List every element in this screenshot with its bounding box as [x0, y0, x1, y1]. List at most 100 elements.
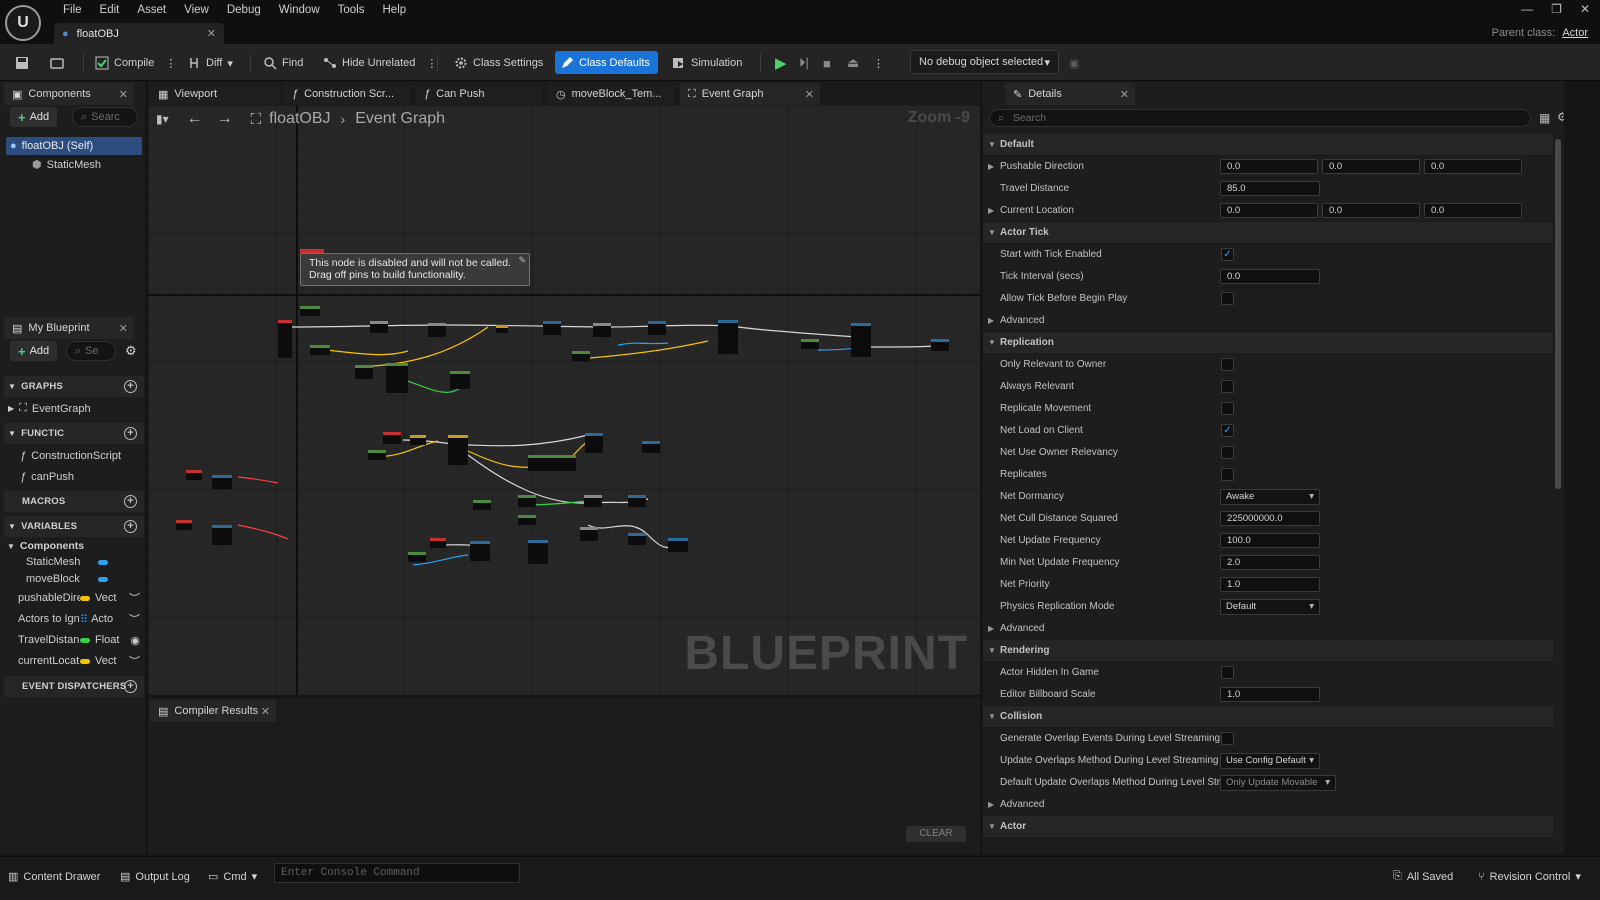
- category-default[interactable]: ▼ Default: [983, 134, 1553, 156]
- graph-node[interactable]: [408, 552, 426, 562]
- graph-node[interactable]: [386, 363, 408, 393]
- menu-debug[interactable]: Debug: [218, 2, 270, 20]
- browse-button[interactable]: [45, 52, 69, 74]
- graph-node[interactable]: [718, 320, 738, 354]
- play-button[interactable]: ▶: [770, 52, 792, 74]
- graph-node[interactable]: [410, 435, 426, 445]
- eject-button[interactable]: ⏏: [842, 52, 864, 74]
- find-button[interactable]: Find: [258, 52, 308, 74]
- close-icon[interactable]: ✕: [805, 88, 814, 101]
- category-actor-tick[interactable]: ▼ Actor Tick: [983, 222, 1553, 244]
- close-icon[interactable]: ✕: [119, 322, 128, 335]
- menu-asset[interactable]: Asset: [128, 2, 175, 20]
- add-graph-icon[interactable]: +: [124, 380, 137, 393]
- tab-can-push[interactable]: ƒ Can Push: [416, 83, 542, 105]
- graph-node[interactable]: [473, 500, 491, 510]
- my-blueprint-settings-button[interactable]: ⚙: [120, 341, 142, 361]
- graph-node[interactable]: [370, 321, 388, 333]
- graph-node[interactable]: [931, 339, 949, 351]
- graph-node[interactable]: [212, 475, 232, 489]
- breadcrumb-root[interactable]: floatOBJ: [269, 110, 330, 128]
- details-scrollbar[interactable]: [1555, 139, 1561, 489]
- variable-actorstoignore[interactable]: Actors to Ign ⠿ Acto ︶: [18, 610, 144, 628]
- more-options-icon[interactable]: ⋮: [426, 57, 437, 70]
- cmd-select[interactable]: ▭ Cmd ▾: [208, 870, 257, 884]
- document-tab[interactable]: ● floatOBJ ✕: [54, 23, 224, 44]
- graph-node[interactable]: [300, 306, 320, 316]
- checkbox[interactable]: [1221, 402, 1234, 415]
- details-tab[interactable]: ✎ Details ✕: [1005, 83, 1135, 105]
- close-icon[interactable]: ✕: [1120, 88, 1129, 101]
- visibility-closed-icon[interactable]: ︶: [129, 653, 140, 669]
- clear-button[interactable]: CLEAR: [906, 826, 966, 842]
- graph-node[interactable]: [628, 495, 646, 507]
- billboard-input[interactable]: 1.0: [1220, 687, 1320, 702]
- travel-distance-input[interactable]: 85.0: [1220, 181, 1320, 196]
- graph-node[interactable]: [628, 533, 646, 545]
- stop-button[interactable]: ■: [818, 52, 836, 74]
- graph-item-eventgraph[interactable]: ▶ ⛶ EventGraph: [8, 402, 91, 415]
- visibility-closed-icon[interactable]: ︶: [129, 590, 140, 606]
- output-log-button[interactable]: ▤ Output Log: [120, 870, 190, 884]
- visibility-open-icon[interactable]: ◉: [130, 634, 140, 647]
- graph-node[interactable]: [383, 432, 401, 444]
- menu-window[interactable]: Window: [270, 2, 329, 20]
- pin-icon[interactable]: ✎: [518, 254, 526, 266]
- gear-icon[interactable]: ⚙: [1557, 110, 1564, 124]
- diff-button[interactable]: Diff ▾: [182, 52, 238, 74]
- graph-node[interactable]: [428, 323, 446, 337]
- graph-node[interactable]: [528, 540, 548, 564]
- y-input[interactable]: 0.0: [1322, 159, 1420, 174]
- default-update-overlap-select[interactable]: Only Update Movable: [1220, 774, 1336, 791]
- checkbox[interactable]: [1221, 380, 1234, 393]
- minimize-icon[interactable]: —: [1521, 2, 1533, 16]
- function-item-constructionscript[interactable]: ƒ ConstructionScript: [20, 450, 121, 462]
- menu-tools[interactable]: Tools: [329, 2, 374, 20]
- close-icon[interactable]: ✕: [207, 27, 216, 40]
- graph-node[interactable]: [528, 455, 576, 471]
- graph-node[interactable]: [518, 495, 536, 507]
- graph-node[interactable]: [580, 527, 598, 541]
- play-options-button[interactable]: ⋮: [868, 52, 889, 74]
- chevron-right-icon[interactable]: ▶: [988, 206, 994, 215]
- menu-file[interactable]: File: [54, 2, 91, 20]
- close-icon[interactable]: ✕: [261, 705, 270, 718]
- graph-node[interactable]: [448, 435, 468, 465]
- add-macro-icon[interactable]: +: [124, 495, 137, 508]
- unreal-logo-icon[interactable]: U: [5, 5, 41, 41]
- category-rendering[interactable]: ▼ Rendering: [983, 640, 1553, 662]
- net-cull-input[interactable]: 225000000.0: [1220, 511, 1320, 526]
- tab-construction-script[interactable]: ƒ Construction Scr...: [284, 83, 410, 105]
- function-item-canpush[interactable]: ƒ canPush: [20, 471, 74, 483]
- menu-help[interactable]: Help: [374, 2, 416, 20]
- row-advanced[interactable]: ▶ Advanced: [983, 310, 1553, 332]
- tab-event-graph[interactable]: ⛶ Event Graph ✕: [680, 83, 820, 105]
- net-priority-input[interactable]: 1.0: [1220, 577, 1320, 592]
- x-input[interactable]: 0.0: [1220, 159, 1318, 174]
- component-staticmesh[interactable]: ⬢ StaticMesh: [32, 158, 101, 172]
- debug-filter-button[interactable]: ▣: [1064, 52, 1084, 74]
- section-functions[interactable]: ▼ FUNCTIC +: [4, 423, 144, 444]
- graph-node[interactable]: [368, 450, 386, 460]
- section-variables[interactable]: ▼ VARIABLES +: [4, 516, 144, 537]
- my-blueprint-tab[interactable]: ▤ My Blueprint ✕: [4, 317, 134, 339]
- net-dormancy-select[interactable]: Awake: [1220, 488, 1320, 505]
- tab-viewport[interactable]: ▦ Viewport: [150, 83, 280, 105]
- all-saved-button[interactable]: ⎘ All Saved: [1393, 870, 1453, 883]
- menu-view[interactable]: View: [175, 2, 218, 20]
- graph-node[interactable]: [278, 320, 292, 358]
- variable-category-components[interactable]: ▼ Components: [7, 540, 84, 552]
- component-var-moveblock[interactable]: moveBlock: [26, 570, 152, 588]
- graph-node[interactable]: [450, 371, 470, 389]
- z-input[interactable]: 0.0: [1424, 159, 1522, 174]
- physics-replication-select[interactable]: Default: [1220, 598, 1320, 615]
- restore-icon[interactable]: ❐: [1551, 2, 1562, 16]
- simulation-button[interactable]: Simulation: [667, 52, 747, 74]
- variable-pushabledirection[interactable]: pushableDire Vect ︶: [18, 589, 144, 607]
- graph-node[interactable]: [355, 365, 373, 379]
- category-replication[interactable]: ▼ Replication: [983, 332, 1553, 354]
- debug-object-select[interactable]: No debug object selected ▾: [910, 50, 1059, 74]
- min-net-update-input[interactable]: 2.0: [1220, 555, 1320, 570]
- back-arrow-icon[interactable]: ←: [187, 110, 203, 128]
- console-input[interactable]: Enter Console Command: [274, 863, 520, 883]
